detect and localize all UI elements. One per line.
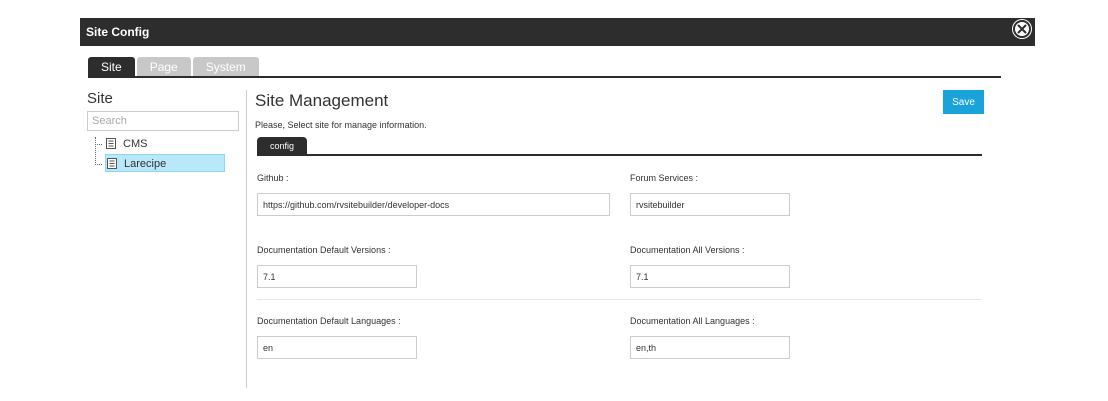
github-field[interactable] xyxy=(257,193,610,216)
doc-default-versions-field[interactable] xyxy=(257,265,417,288)
window-title: Site Config xyxy=(86,25,150,39)
page-title: Site Management xyxy=(255,91,389,110)
panel-divider xyxy=(246,90,247,388)
doc-default-versions-label: Documentation Default Versions : xyxy=(257,245,391,255)
tree-connector xyxy=(95,144,102,145)
tab-site[interactable]: Site xyxy=(88,57,135,77)
tree-item-larecipe[interactable]: Larecipe xyxy=(105,154,225,172)
close-icon xyxy=(1017,24,1027,34)
search-input[interactable] xyxy=(87,111,239,131)
tree-connector xyxy=(95,164,102,165)
config-tab-underline xyxy=(257,154,982,156)
tree-item-label: Larecipe xyxy=(124,158,167,170)
tree-item-cms[interactable]: CMS xyxy=(105,135,225,153)
save-button[interactable]: Save xyxy=(943,90,984,114)
tabs-underline xyxy=(88,76,1001,78)
tab-page[interactable]: Page xyxy=(136,57,191,77)
tab-system[interactable]: System xyxy=(192,57,259,77)
tree-connector xyxy=(95,137,96,165)
document-icon xyxy=(106,138,116,149)
doc-default-languages-label: Documentation Default Languages : xyxy=(257,316,401,326)
document-icon xyxy=(107,158,117,169)
window-titlebar: Site Config xyxy=(80,18,1035,46)
section-divider xyxy=(257,299,982,300)
doc-all-languages-label: Documentation All Languages : xyxy=(630,316,755,326)
instruction-text: Please, Select site for manage informati… xyxy=(255,120,427,130)
doc-all-languages-field[interactable] xyxy=(630,336,790,359)
forum-services-field[interactable] xyxy=(630,193,790,216)
main-tabs: Site Page System xyxy=(88,57,259,77)
sidebar-title: Site xyxy=(87,90,113,107)
doc-all-versions-label: Documentation All Versions : xyxy=(630,245,745,255)
tree-item-label: CMS xyxy=(123,138,148,150)
close-button[interactable] xyxy=(1013,20,1031,38)
doc-all-versions-field[interactable] xyxy=(630,265,790,288)
github-label: Github : xyxy=(257,173,289,183)
doc-default-languages-field[interactable] xyxy=(257,336,417,359)
forum-services-label: Forum Services : xyxy=(630,173,699,183)
tab-config[interactable]: config xyxy=(257,137,308,155)
